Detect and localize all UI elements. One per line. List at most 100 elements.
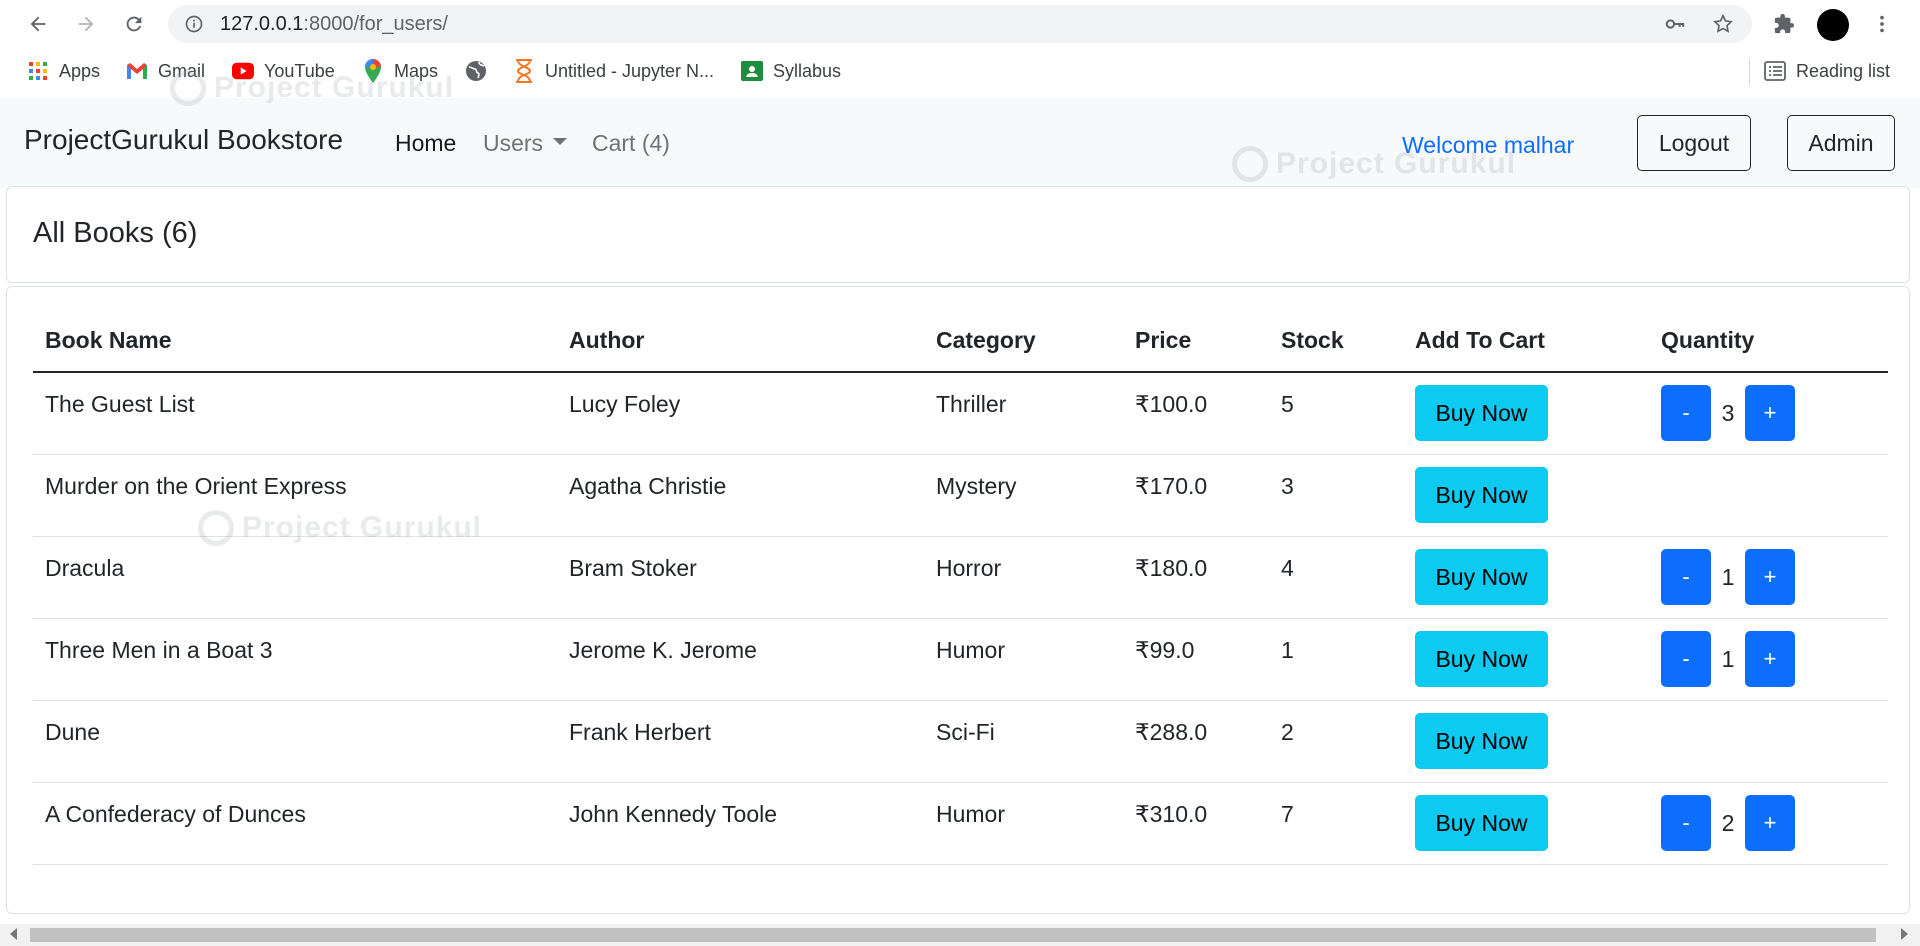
logout-button[interactable]: Logout: [1637, 115, 1751, 171]
reading-list-button[interactable]: Reading list: [1764, 48, 1890, 94]
nav-users-dropdown[interactable]: Users: [483, 130, 568, 157]
stock-cell: 7: [1269, 782, 1403, 865]
add-to-cart-cell: Buy Now: [1403, 618, 1649, 701]
buy-now-button[interactable]: Buy Now: [1415, 795, 1548, 851]
column-header-quantity: Quantity: [1649, 309, 1888, 373]
add-to-cart-cell: Buy Now: [1403, 536, 1649, 619]
quantity-value: 1: [1721, 563, 1735, 590]
horizontal-scrollbar[interactable]: [0, 924, 1920, 946]
stock-text: 4: [1281, 555, 1294, 581]
price-text: ₹310.0: [1135, 801, 1208, 827]
reading-list-icon: [1764, 60, 1786, 82]
column-header-category: Category: [924, 309, 1123, 373]
bookmark-gmail[interactable]: Gmail: [126, 48, 205, 94]
price-text: ₹288.0: [1135, 719, 1208, 745]
bookmarks-bar: Apps Gmail YouTube Maps Untitled - Jupyt…: [0, 48, 1920, 99]
quantity-value: 2: [1721, 809, 1735, 836]
stock-cell: 1: [1269, 618, 1403, 701]
nav-users-label: Users: [483, 130, 544, 156]
category-cell: Humor: [924, 782, 1123, 865]
bookmark-apps[interactable]: Apps: [27, 48, 100, 94]
category-text: Sci-Fi: [936, 719, 995, 745]
forward-button[interactable]: [70, 8, 102, 40]
bookmark-youtube[interactable]: YouTube: [232, 48, 335, 94]
book-name-text: Dracula: [45, 555, 125, 581]
site-info-icon[interactable]: [182, 12, 206, 36]
scrollbar-thumb[interactable]: [30, 928, 1876, 942]
bookmark-maps[interactable]: Maps: [362, 48, 438, 94]
gmail-icon: [126, 60, 148, 82]
welcome-link[interactable]: Welcome malhar: [1402, 132, 1574, 159]
bookmark-star-icon[interactable]: [1708, 5, 1738, 43]
admin-button[interactable]: Admin: [1787, 115, 1895, 171]
category-text: Horror: [936, 555, 1002, 581]
bookmark-globe[interactable]: [465, 48, 497, 94]
book-name-cell: Dracula: [33, 536, 557, 619]
bookmark-label: Maps: [394, 60, 439, 81]
bookmarks-separator: [1749, 58, 1750, 86]
buy-now-button[interactable]: Buy Now: [1415, 467, 1548, 523]
puzzle-icon: [1774, 13, 1795, 34]
navbar-brand[interactable]: ProjectGurukul Bookstore: [24, 124, 343, 156]
profile-avatar[interactable]: [1817, 9, 1849, 41]
page-title: All Books (6): [33, 217, 198, 249]
url-host: 127.0.0.1: [220, 12, 304, 35]
quantity-cell: -3 +: [1649, 372, 1888, 455]
buy-now-button[interactable]: Buy Now: [1415, 631, 1548, 687]
add-to-cart-cell: Buy Now: [1403, 700, 1649, 783]
decrease-quantity-button[interactable]: -: [1661, 631, 1711, 687]
category-text: Humor: [936, 637, 1006, 663]
quantity-cell: -1 +: [1649, 618, 1888, 701]
scroll-left-arrow-icon[interactable]: [10, 928, 17, 940]
address-bar[interactable]: 127.0.0.1:8000/for_users/: [168, 5, 1752, 43]
increase-quantity-button[interactable]: +: [1745, 631, 1795, 687]
books-card: Book Name Author Category Price Stock Ad…: [6, 286, 1910, 914]
price-cell: ₹99.0: [1123, 618, 1269, 701]
table-header-row: Book Name Author Category Price Stock Ad…: [33, 309, 1888, 373]
increase-quantity-button[interactable]: +: [1745, 795, 1795, 851]
bookmark-label: Gmail: [158, 60, 206, 81]
extensions-button[interactable]: [1768, 8, 1800, 40]
book-name-cell: Dune: [33, 700, 557, 783]
author-cell: Lucy Foley: [557, 372, 924, 455]
table-row: Dracula Bram Stoker Horror ₹180.0 4 Buy Now -1…: [33, 536, 1888, 619]
add-to-cart-cell: Buy Now: [1403, 372, 1649, 455]
quantity-stepper: -3 +: [1661, 385, 1888, 441]
author-text: Frank Herbert: [569, 719, 711, 745]
bookmark-syllabus[interactable]: Syllabus: [741, 48, 841, 94]
category-cell: Humor: [924, 618, 1123, 701]
column-header-add-to-cart: Add To Cart: [1403, 309, 1649, 373]
author-text: John Kennedy Toole: [569, 801, 778, 827]
chrome-menu-button[interactable]: [1866, 8, 1898, 40]
scroll-right-arrow-icon[interactable]: [1901, 928, 1908, 940]
price-text: ₹99.0: [1135, 637, 1195, 663]
nav-cart-link[interactable]: Cart (4): [592, 130, 670, 157]
buy-now-button[interactable]: Buy Now: [1415, 385, 1548, 441]
decrease-quantity-button[interactable]: -: [1661, 549, 1711, 605]
column-header-author: Author: [557, 309, 924, 373]
decrease-quantity-button[interactable]: -: [1661, 795, 1711, 851]
bookmark-jupyter[interactable]: Untitled - Jupyter N...: [513, 48, 714, 94]
quantity-cell: -1 +: [1649, 536, 1888, 619]
book-name-text: A Confederacy of Dunces: [45, 801, 306, 827]
category-cell: Sci-Fi: [924, 700, 1123, 783]
reload-icon: [126, 16, 142, 32]
column-header-price: Price: [1123, 309, 1269, 373]
reload-button[interactable]: [118, 8, 150, 40]
url-text[interactable]: 127.0.0.1:8000/for_users/: [220, 13, 448, 36]
price-cell: ₹288.0: [1123, 700, 1269, 783]
nav-home-link[interactable]: Home: [395, 130, 456, 157]
buy-now-button[interactable]: Buy Now: [1415, 549, 1548, 605]
back-button[interactable]: [22, 8, 54, 40]
maps-icon: [362, 59, 384, 83]
quantity-cell: [1649, 700, 1888, 783]
quantity-stepper: -1 +: [1661, 549, 1888, 605]
buy-now-button[interactable]: Buy Now: [1415, 713, 1548, 769]
book-name-cell: The Guest List: [33, 372, 557, 455]
author-text: Lucy Foley: [569, 391, 681, 417]
increase-quantity-button[interactable]: +: [1745, 549, 1795, 605]
author-text: Agatha Christie: [569, 473, 727, 499]
key-icon[interactable]: [1660, 5, 1690, 43]
decrease-quantity-button[interactable]: -: [1661, 385, 1711, 441]
increase-quantity-button[interactable]: +: [1745, 385, 1795, 441]
